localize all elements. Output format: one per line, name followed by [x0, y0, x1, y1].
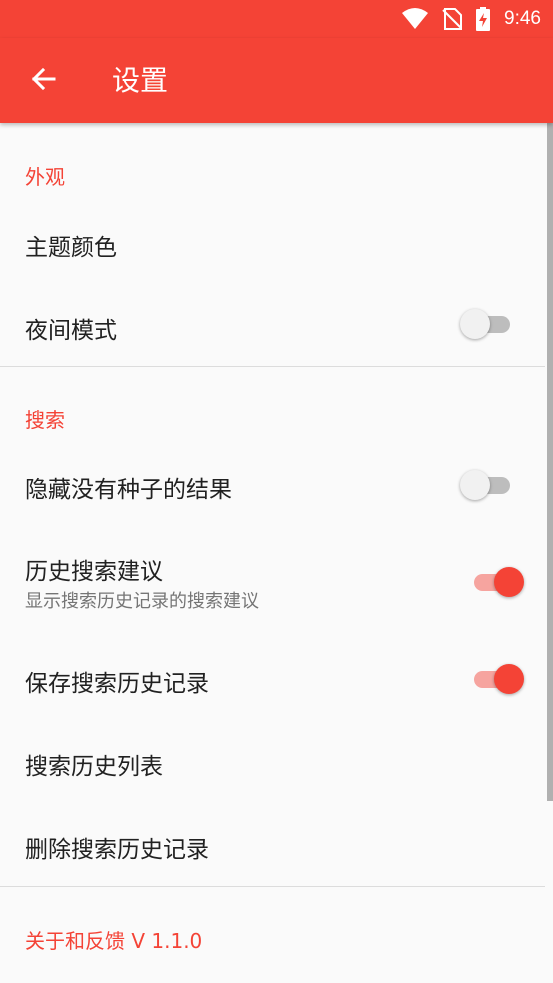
- night-mode-switch[interactable]: [460, 309, 514, 339]
- setting-theme-color-label: 主题颜色: [25, 235, 117, 261]
- back-button[interactable]: [24, 62, 62, 100]
- section-title-search: 搜索: [25, 408, 65, 432]
- scrollbar[interactable]: [547, 123, 553, 801]
- history-suggest-switch[interactable]: [470, 567, 524, 597]
- switch-thumb: [460, 470, 490, 500]
- switch-thumb: [494, 664, 524, 694]
- setting-history-suggest-description: 显示搜索历史记录的搜索建议: [25, 591, 259, 612]
- setting-save-history[interactable]: 保存搜索历史记录: [0, 639, 545, 721]
- setting-delete-history-label: 删除搜索历史记录: [25, 837, 209, 863]
- settings-list: 外观 主题颜色 夜间模式 搜索 隐藏没有种子的结果 历史搜索建议 显示搜索历史记…: [0, 123, 553, 983]
- section-title-appearance: 外观: [25, 165, 65, 189]
- battery-charging-icon: [476, 7, 491, 31]
- status-bar: 9:46: [0, 0, 553, 38]
- setting-night-mode[interactable]: 夜间模式: [0, 285, 545, 367]
- setting-night-mode-label: 夜间模式: [25, 318, 117, 344]
- setting-history-list[interactable]: 搜索历史列表: [0, 721, 545, 803]
- switch-thumb: [494, 567, 524, 597]
- status-time: 9:46: [504, 8, 541, 29]
- wifi-icon: [402, 8, 429, 30]
- setting-history-suggest-label: 历史搜索建议: [25, 559, 163, 585]
- setting-hide-no-seed-label: 隐藏没有种子的结果: [25, 477, 232, 503]
- setting-history-suggest[interactable]: 历史搜索建议 显示搜索历史记录的搜索建议: [0, 527, 545, 639]
- setting-theme-color[interactable]: 主题颜色: [0, 203, 545, 285]
- setting-delete-history[interactable]: 删除搜索历史记录: [0, 803, 545, 885]
- switch-thumb: [460, 309, 490, 339]
- page-title: 设置: [112, 64, 169, 97]
- section-divider: [0, 366, 545, 367]
- save-history-switch[interactable]: [470, 664, 524, 694]
- no-signal-icon: [442, 8, 463, 30]
- arrow-back-icon: [30, 66, 56, 96]
- setting-about-feedback[interactable]: 关于和反馈 V 1.1.0: [0, 887, 545, 983]
- setting-history-list-label: 搜索历史列表: [25, 754, 163, 780]
- setting-save-history-label: 保存搜索历史记录: [25, 671, 209, 697]
- hide-no-seed-switch[interactable]: [460, 470, 514, 500]
- section-title-about: 关于和反馈 V 1.1.0: [25, 929, 203, 953]
- setting-hide-no-seed[interactable]: 隐藏没有种子的结果: [0, 445, 545, 527]
- app-bar: 设置: [0, 38, 553, 123]
